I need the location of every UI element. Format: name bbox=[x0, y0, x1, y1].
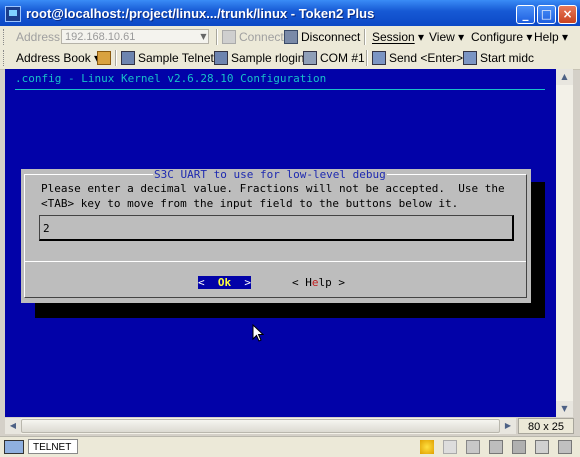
toolbar-grip[interactable] bbox=[3, 50, 7, 66]
disconnect-icon bbox=[284, 30, 298, 44]
quick-toolbar: Address Book ▾ Sample Telnet Sample rlog… bbox=[0, 47, 580, 70]
address-book-button[interactable]: Address Book ▾ bbox=[16, 50, 100, 66]
toolbar-separator bbox=[115, 50, 117, 66]
sample-rlogin-button[interactable]: Sample rlogin bbox=[214, 50, 304, 66]
terminal-size: 80 x 25 bbox=[518, 418, 574, 434]
keyboard-icon[interactable] bbox=[466, 440, 480, 454]
toolbar-separator bbox=[216, 29, 218, 45]
value-input-text: 2 bbox=[43, 222, 50, 235]
macro-icon bbox=[463, 51, 477, 65]
value-input[interactable]: 2 bbox=[39, 215, 514, 241]
config-header: .config - Linux Kernel v2.6.28.10 Config… bbox=[15, 72, 327, 85]
scroll-down-icon[interactable]: ▼ bbox=[556, 401, 573, 417]
scroll-thumb[interactable] bbox=[21, 419, 500, 433]
terminal-icon[interactable] bbox=[512, 440, 526, 454]
input-dialog: S3C UART to use for low-level debug Plea… bbox=[21, 169, 531, 303]
minimize-button[interactable]: _ bbox=[516, 5, 535, 24]
start-midc-button[interactable]: Start midc bbox=[463, 50, 534, 66]
instruction-line-1: Please enter a decimal value. Fractions … bbox=[41, 182, 505, 195]
scroll-up-icon[interactable]: ▲ bbox=[556, 69, 573, 85]
serial-port-icon bbox=[303, 51, 317, 65]
settings-icon[interactable] bbox=[535, 440, 549, 454]
toolbar-grip[interactable] bbox=[3, 29, 7, 45]
sample-telnet-button[interactable]: Sample Telnet bbox=[121, 50, 214, 66]
network-icon bbox=[4, 440, 24, 454]
rlogin-icon bbox=[214, 51, 228, 65]
window-title: root@localhost:/project/linux.../trunk/l… bbox=[26, 6, 375, 21]
send-enter-button[interactable]: Send <Enter> bbox=[372, 50, 463, 66]
title-bar: root@localhost:/project/linux.../trunk/l… bbox=[0, 0, 580, 28]
close-button[interactable]: × bbox=[558, 5, 577, 24]
horizontal-scrollbar[interactable]: ◀ ▶ bbox=[5, 418, 516, 434]
send-icon bbox=[372, 51, 386, 65]
print-icon[interactable] bbox=[489, 440, 503, 454]
menu-view[interactable]: View ▾ bbox=[429, 29, 464, 45]
maximize-button[interactable]: □ bbox=[537, 5, 556, 24]
connect-icon bbox=[222, 30, 236, 44]
main-toolbar: Address 192.168.10.61 ▼ Connect Disconne… bbox=[0, 26, 580, 49]
dialog-instructions: Please enter a decimal value. Fractions … bbox=[41, 181, 505, 211]
app-icon[interactable] bbox=[5, 6, 21, 22]
menu-session[interactable]: Session ▾ bbox=[372, 29, 424, 45]
mouse-pointer-icon bbox=[252, 324, 264, 342]
scroll-left-icon[interactable]: ◀ bbox=[5, 418, 21, 434]
toolbar-separator bbox=[364, 29, 366, 45]
address-input[interactable]: 192.168.10.61 bbox=[61, 29, 209, 44]
com1-button[interactable]: COM #1 bbox=[303, 50, 365, 66]
instruction-line-2: <TAB> key to move from the input field t… bbox=[41, 197, 459, 210]
address-book-icon[interactable] bbox=[97, 50, 114, 66]
telnet-icon bbox=[121, 51, 135, 65]
address-label: Address bbox=[16, 30, 61, 44]
protocol-tab[interactable]: TELNET bbox=[28, 439, 78, 454]
ok-button[interactable]: < Ok > bbox=[198, 276, 251, 289]
forward-icon[interactable] bbox=[443, 440, 457, 454]
dialog-separator bbox=[25, 261, 526, 262]
menu-help[interactable]: Help ▾ bbox=[534, 29, 568, 45]
options-icon[interactable] bbox=[558, 440, 572, 454]
status-bar: TELNET bbox=[0, 436, 580, 457]
sparkle-icon[interactable] bbox=[420, 440, 434, 454]
toolbar-separator bbox=[366, 50, 368, 66]
vertical-scrollbar[interactable]: ▲ ▼ bbox=[556, 69, 573, 417]
connect-button[interactable]: Connect bbox=[222, 29, 284, 45]
menu-configure[interactable]: Configure ▾ bbox=[471, 29, 532, 45]
dialog-title: S3C UART to use for low-level debug bbox=[153, 168, 387, 181]
chevron-down-icon[interactable]: ▼ bbox=[199, 30, 208, 43]
help-button[interactable]: < Help > bbox=[292, 276, 345, 289]
terminal-screen[interactable]: .config - Linux Kernel v2.6.28.10 Config… bbox=[5, 69, 556, 417]
scroll-right-icon[interactable]: ▶ bbox=[500, 418, 516, 434]
header-line bbox=[15, 89, 545, 90]
disconnect-button[interactable]: Disconnect bbox=[284, 29, 360, 45]
